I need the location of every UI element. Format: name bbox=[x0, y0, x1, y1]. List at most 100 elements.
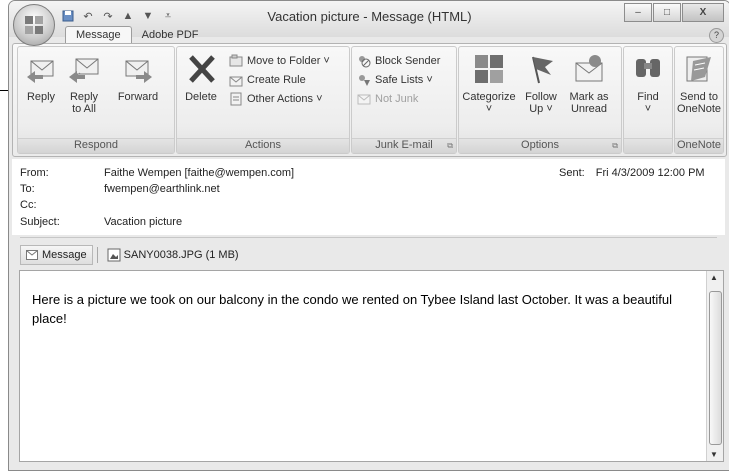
send-to-onenote-label-2: OneNote bbox=[676, 103, 722, 115]
other-actions-button[interactable]: Other Actions ˅ bbox=[229, 91, 323, 107]
delete-button[interactable]: Delete bbox=[181, 53, 221, 103]
minimize-button[interactable]: – bbox=[624, 3, 652, 22]
message-body[interactable]: Here is a picture we took on our balcony… bbox=[19, 270, 724, 462]
junk-email-label: Junk E-mail bbox=[375, 139, 433, 151]
reply-all-icon bbox=[69, 58, 99, 83]
attachment-filename: SANY0038.JPG (1 MB) bbox=[123, 249, 239, 261]
group-actions: Delete Move to Folder ˅ Create Rule Othe… bbox=[176, 46, 350, 154]
reply-all-button[interactable]: Reply to All bbox=[64, 53, 104, 115]
follow-up-label-2: Up ˅ bbox=[529, 103, 553, 115]
reply-button[interactable]: Reply bbox=[22, 53, 60, 103]
attachment-file[interactable]: SANY0038.JPG (1 MB) bbox=[102, 246, 244, 264]
follow-up-label-1: Follow bbox=[525, 91, 557, 103]
flag-icon bbox=[532, 56, 553, 84]
group-options: Categorize ˅ Follow Up ˅ Mark as Unread … bbox=[458, 46, 622, 154]
safe-lists-label: Safe Lists ˅ bbox=[375, 74, 433, 86]
group-label-actions: Actions bbox=[177, 138, 349, 153]
group-find: Find ˅ bbox=[623, 46, 673, 154]
delete-icon bbox=[189, 55, 215, 83]
tab-message[interactable]: Message bbox=[65, 26, 132, 44]
find-button[interactable]: Find ˅ bbox=[628, 53, 668, 115]
mark-as-unread-label-1: Mark as bbox=[569, 91, 609, 103]
reply-icon bbox=[27, 60, 54, 83]
find-label: Find bbox=[637, 91, 659, 103]
move-to-folder-icon bbox=[229, 54, 243, 67]
options-label: Options bbox=[521, 139, 559, 151]
sent-label: Sent: bbox=[559, 167, 585, 179]
tab-adobe-pdf[interactable]: Adobe PDF bbox=[132, 27, 209, 44]
ribbon-tabs: Message Adobe PDF bbox=[65, 25, 209, 44]
safe-lists-icon bbox=[359, 75, 370, 86]
office-logo-icon bbox=[25, 16, 43, 34]
not-junk-button[interactable]: Not Junk bbox=[357, 91, 418, 107]
message-tab-button[interactable]: Message bbox=[20, 245, 93, 265]
vertical-scrollbar[interactable]: ▲ ▼ bbox=[706, 271, 723, 461]
mark-as-unread-button[interactable]: Mark as Unread bbox=[565, 53, 613, 115]
attachment-separator bbox=[96, 247, 98, 263]
attachment-bar: Message SANY0038.JPG (1 MB) bbox=[20, 245, 244, 265]
window-title: Vacation picture - Message (HTML) bbox=[267, 9, 472, 24]
categorize-label: Categorize bbox=[462, 91, 516, 103]
sent-row: Sent: Fri 4/3/2009 12:00 PM bbox=[559, 167, 705, 179]
mark-as-unread-icon bbox=[575, 55, 603, 82]
reply-label: Reply bbox=[26, 91, 56, 103]
send-to-onenote-button[interactable]: Send to OneNote bbox=[677, 53, 721, 115]
group-label-onenote: OneNote bbox=[675, 138, 723, 153]
onenote-icon bbox=[686, 56, 711, 82]
message-body-text: Here is a picture we took on our balcony… bbox=[32, 292, 673, 326]
safe-lists-button[interactable]: Safe Lists ˅ bbox=[357, 72, 433, 88]
group-label-respond: Respond bbox=[18, 138, 174, 153]
dialog-launcher-icon[interactable]: ⧉ bbox=[612, 141, 618, 151]
cc-label: Cc: bbox=[20, 199, 37, 211]
categorize-button[interactable]: Categorize ˅ bbox=[461, 53, 517, 115]
binoculars-icon bbox=[636, 59, 660, 77]
envelope-icon bbox=[26, 250, 38, 260]
ribbon: Reply Reply to All Forward Respond Delet… bbox=[12, 43, 727, 157]
subject-label: Subject: bbox=[20, 216, 60, 228]
to-label: To: bbox=[20, 183, 35, 195]
group-onenote: Send to OneNote OneNote bbox=[674, 46, 724, 154]
forward-icon bbox=[125, 60, 152, 83]
maximize-button[interactable]: □ bbox=[653, 3, 681, 22]
other-actions-icon bbox=[230, 92, 242, 106]
close-button[interactable]: X bbox=[682, 3, 724, 22]
create-rule-button[interactable]: Create Rule bbox=[229, 72, 306, 88]
window-controls: – □ X bbox=[624, 3, 724, 22]
group-label-junk-email: Junk E-mail ⧉ bbox=[352, 138, 456, 153]
scroll-up-icon[interactable]: ▲ bbox=[710, 273, 718, 282]
help-icon[interactable]: ? bbox=[709, 28, 724, 43]
delete-label: Delete bbox=[185, 91, 217, 103]
send-to-onenote-label-1: Send to bbox=[680, 91, 718, 103]
not-junk-label: Not Junk bbox=[375, 93, 419, 105]
subject-value: Vacation picture bbox=[104, 216, 183, 228]
reply-all-label-1: Reply bbox=[69, 91, 99, 103]
from-value[interactable]: Faithe Wempen [faithe@wempen.com] bbox=[104, 167, 294, 179]
not-junk-icon bbox=[357, 94, 371, 105]
header-divider bbox=[20, 237, 717, 238]
mark-as-unread-label-2: Unread bbox=[570, 103, 608, 115]
group-respond: Reply Reply to All Forward Respond bbox=[17, 46, 175, 154]
office-button[interactable] bbox=[13, 4, 55, 46]
to-value[interactable]: fwempen@earthlink.net bbox=[104, 183, 220, 195]
sent-value: Fri 4/3/2009 12:00 PM bbox=[595, 167, 705, 179]
move-to-folder-button[interactable]: Move to Folder ˅ bbox=[229, 53, 330, 69]
scroll-thumb[interactable] bbox=[709, 291, 722, 445]
follow-up-button[interactable]: Follow Up ˅ bbox=[519, 53, 563, 115]
create-rule-icon bbox=[229, 76, 243, 87]
scroll-down-icon[interactable]: ▼ bbox=[710, 450, 718, 459]
image-file-icon bbox=[107, 248, 121, 262]
message-header: From: Faithe Wempen [faithe@wempen.com] … bbox=[12, 159, 725, 238]
block-sender-label: Block Sender bbox=[375, 55, 441, 67]
block-sender-icon bbox=[359, 56, 371, 68]
categorize-icon bbox=[475, 55, 503, 83]
dialog-launcher-icon[interactable]: ⧉ bbox=[447, 141, 453, 151]
categorize-dropdown-icon: ˅ bbox=[485, 103, 493, 115]
move-to-folder-label: Move to Folder ˅ bbox=[247, 55, 330, 67]
block-sender-button[interactable]: Block Sender bbox=[357, 53, 440, 69]
forward-label: Forward bbox=[117, 91, 159, 103]
find-dropdown-icon: ˅ bbox=[644, 103, 652, 115]
forward-button[interactable]: Forward bbox=[110, 53, 166, 103]
other-actions-label: Other Actions ˅ bbox=[247, 93, 323, 105]
from-label: From: bbox=[20, 167, 49, 179]
group-junk-email: Block Sender Safe Lists ˅ Not Junk Junk … bbox=[351, 46, 457, 154]
